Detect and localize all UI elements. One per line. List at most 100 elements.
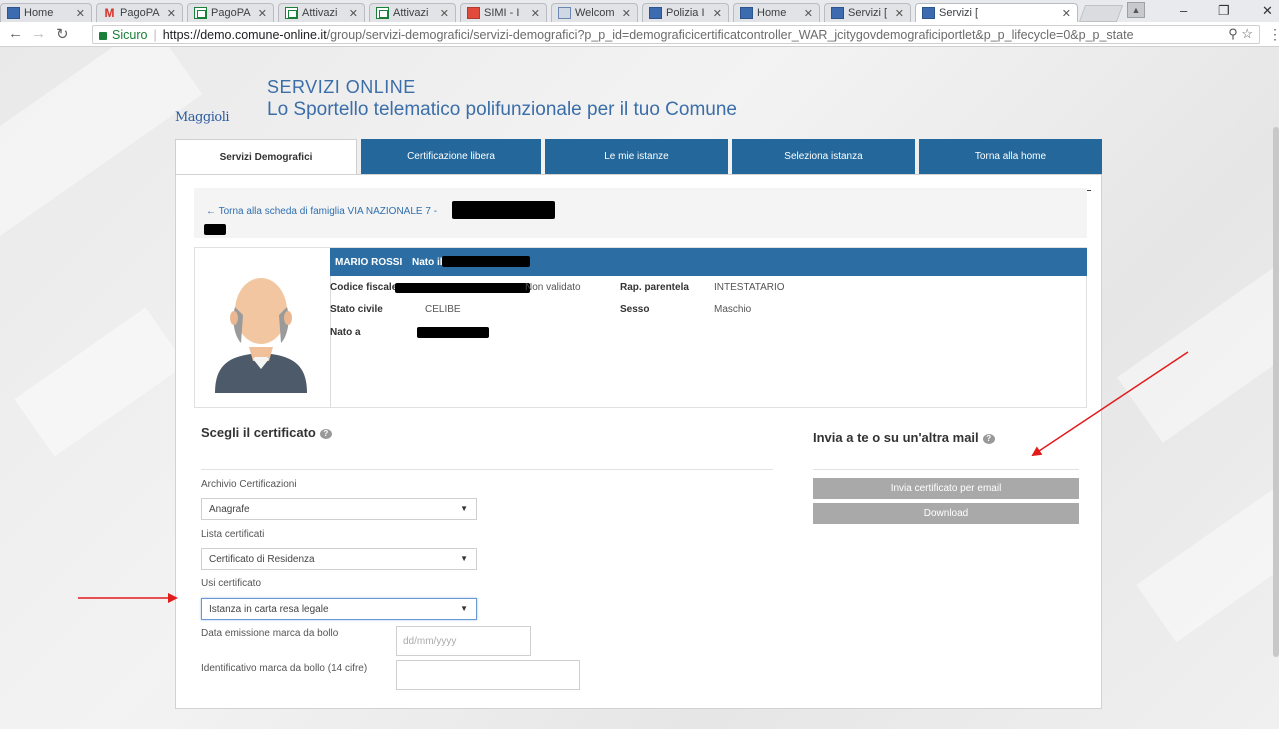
close-icon[interactable]: ✕: [440, 7, 449, 20]
divider: [813, 469, 1079, 470]
data-marca-input[interactable]: dd/mm/yyyy: [396, 626, 531, 656]
page-scrollbar[interactable]: [1273, 127, 1279, 657]
site-header: Maggioli SERVIZI ONLINE Lo Sportello tel…: [175, 77, 875, 133]
browser-tab-title: SIMI - I: [484, 7, 520, 19]
browser-tab-title: PagoPA: [211, 7, 251, 19]
person-name: MARIO ROSSI: [335, 256, 403, 268]
lista-certificati-label: Lista certificati: [201, 529, 265, 540]
restore-window-icon[interactable]: ❐: [1218, 3, 1230, 19]
profile-icon[interactable]: ▲: [1127, 2, 1145, 18]
sheet-icon: [285, 7, 298, 19]
browser-tab-title: Attivazi: [302, 7, 338, 19]
close-icon[interactable]: ✕: [349, 7, 358, 20]
close-icon[interactable]: ✕: [167, 7, 176, 20]
browser-tab[interactable]: SIMI - I ✕: [460, 3, 547, 22]
mail-heading: Invia a te o su un'altra mail?: [813, 430, 995, 445]
certificate-heading: Scegli il certificato?: [201, 425, 332, 440]
close-icon[interactable]: ✕: [895, 7, 904, 20]
close-window-icon[interactable]: ✕: [1262, 3, 1273, 19]
url-input[interactable]: Sicuro | https://demo.comune-online.it/g…: [92, 25, 1260, 44]
content-panel: – ← Torna alla scheda di famiglia VIA NA…: [175, 174, 1102, 709]
tab-torna-alla-home[interactable]: Torna alla home: [919, 139, 1102, 174]
blue-square-icon: [831, 7, 844, 19]
close-icon[interactable]: ✕: [804, 7, 813, 20]
archivio-select[interactable]: Anagrafe ▼: [201, 498, 477, 520]
close-icon[interactable]: ✕: [713, 7, 722, 20]
maggioli-logo[interactable]: Maggioli: [175, 110, 230, 125]
lock-icon: [99, 31, 107, 40]
help-icon[interactable]: ?: [319, 428, 332, 439]
tab-seleziona-istanza[interactable]: Seleziona istanza: [732, 139, 915, 174]
tab-le-mie-istanze[interactable]: Le mie istanze: [545, 139, 728, 174]
download-button[interactable]: Download: [813, 503, 1079, 524]
stato-civile-label: Stato civile: [330, 304, 383, 315]
background-decoration: [0, 47, 203, 244]
send-email-button[interactable]: Invia certificato per email: [813, 478, 1079, 499]
codice-fiscale-label: Codice fiscale: [330, 282, 398, 293]
browser-tab-active[interactable]: Servizi [ ✕: [915, 3, 1078, 22]
close-icon[interactable]: ✕: [531, 7, 540, 20]
omnibox-icons: ⚲ ☆: [1224, 26, 1253, 42]
browser-tab-title: PagoPA: [120, 7, 160, 19]
nato-a-label: Nato a: [330, 327, 361, 338]
sheet-icon: [194, 7, 207, 19]
secure-label: Sicuro: [112, 27, 148, 42]
browser-tab[interactable]: Attivazi ✕: [369, 3, 456, 22]
blue-square-icon: [649, 7, 662, 19]
image-icon: [558, 7, 571, 19]
browser-tab[interactable]: PagoPA ✕: [187, 3, 274, 22]
browser-tab-title: Servizi [: [939, 7, 979, 19]
browser-tab-title: Welcom: [575, 7, 615, 19]
browser-tab[interactable]: M PagoPA ✕: [96, 3, 183, 22]
reload-icon[interactable]: ↻: [56, 25, 69, 43]
gmail-icon: M: [104, 6, 115, 20]
blue-square-icon: [740, 7, 753, 19]
redacted-address-cont: [204, 224, 226, 235]
lista-certificati-selected-value: Certificato di Residenza: [209, 553, 315, 565]
browser-tab-title: Attivazi: [393, 7, 429, 19]
tab-certificazione-libera[interactable]: Certificazione libera: [361, 139, 541, 174]
id-marca-input[interactable]: [396, 660, 580, 690]
archivio-label: Archivio Certificazioni: [201, 479, 297, 490]
background-decoration: [1136, 481, 1279, 643]
browser-tab[interactable]: Welcom ✕: [551, 3, 638, 22]
back-to-family-link[interactable]: ← Torna alla scheda di famiglia VIA NAZI…: [206, 206, 437, 217]
close-icon[interactable]: ✕: [622, 7, 631, 20]
background-decoration: [14, 307, 186, 457]
sesso-label: Sesso: [620, 304, 650, 315]
zoom-icon[interactable]: ⚲: [1228, 26, 1238, 41]
address-bar: ← → ↻ Sicuro | https://demo.comune-onlin…: [0, 22, 1279, 47]
browser-tab[interactable]: Servizi [ ✕: [824, 3, 911, 22]
sheet-icon: [376, 7, 389, 19]
browser-tab[interactable]: Home ✕: [0, 3, 92, 22]
divider: [201, 469, 773, 470]
usi-certificato-label: Usi certificato: [201, 578, 262, 589]
rap-parentela-value: INTESTATARIO: [714, 282, 785, 293]
close-icon[interactable]: ✕: [1062, 7, 1071, 20]
person-born-label: Nato il: [412, 256, 443, 268]
site-subtitle: Lo Sportello telematico polifunzionale p…: [267, 99, 737, 120]
id-marca-label: Identificativo marca da bollo (14 cifre): [201, 663, 368, 674]
redacted-birthplace: [417, 327, 489, 338]
divider: [330, 276, 331, 408]
browser-tab[interactable]: Home ✕: [733, 3, 820, 22]
close-icon[interactable]: ✕: [258, 7, 267, 20]
browser-tab[interactable]: Attivazi ✕: [278, 3, 365, 22]
redacted-address: [452, 201, 555, 219]
back-icon[interactable]: ←: [8, 25, 23, 42]
browser-tab[interactable]: Polizia I ✕: [642, 3, 729, 22]
forward-icon[interactable]: →: [31, 25, 46, 42]
minimize-window-icon[interactable]: –: [1180, 3, 1187, 18]
lista-certificati-select[interactable]: Certificato di Residenza ▼: [201, 548, 477, 570]
archivio-selected-value: Anagrafe: [209, 503, 250, 515]
help-icon[interactable]: ?: [982, 433, 995, 444]
tab-servizi-demografici[interactable]: Servizi Demografici: [175, 139, 357, 174]
sesso-value: Maschio: [714, 304, 752, 315]
bookmark-star-icon[interactable]: ☆: [1241, 26, 1253, 41]
redacted-codice-fiscale: [395, 283, 530, 293]
close-icon[interactable]: ✕: [76, 7, 85, 20]
new-tab-button[interactable]: [1078, 5, 1124, 22]
menu-dots-icon[interactable]: ⋮: [1268, 26, 1279, 43]
usi-certificato-select[interactable]: Istanza in carta resa legale ▼: [201, 598, 477, 620]
url-host: https://demo.comune-online.it: [162, 27, 327, 42]
